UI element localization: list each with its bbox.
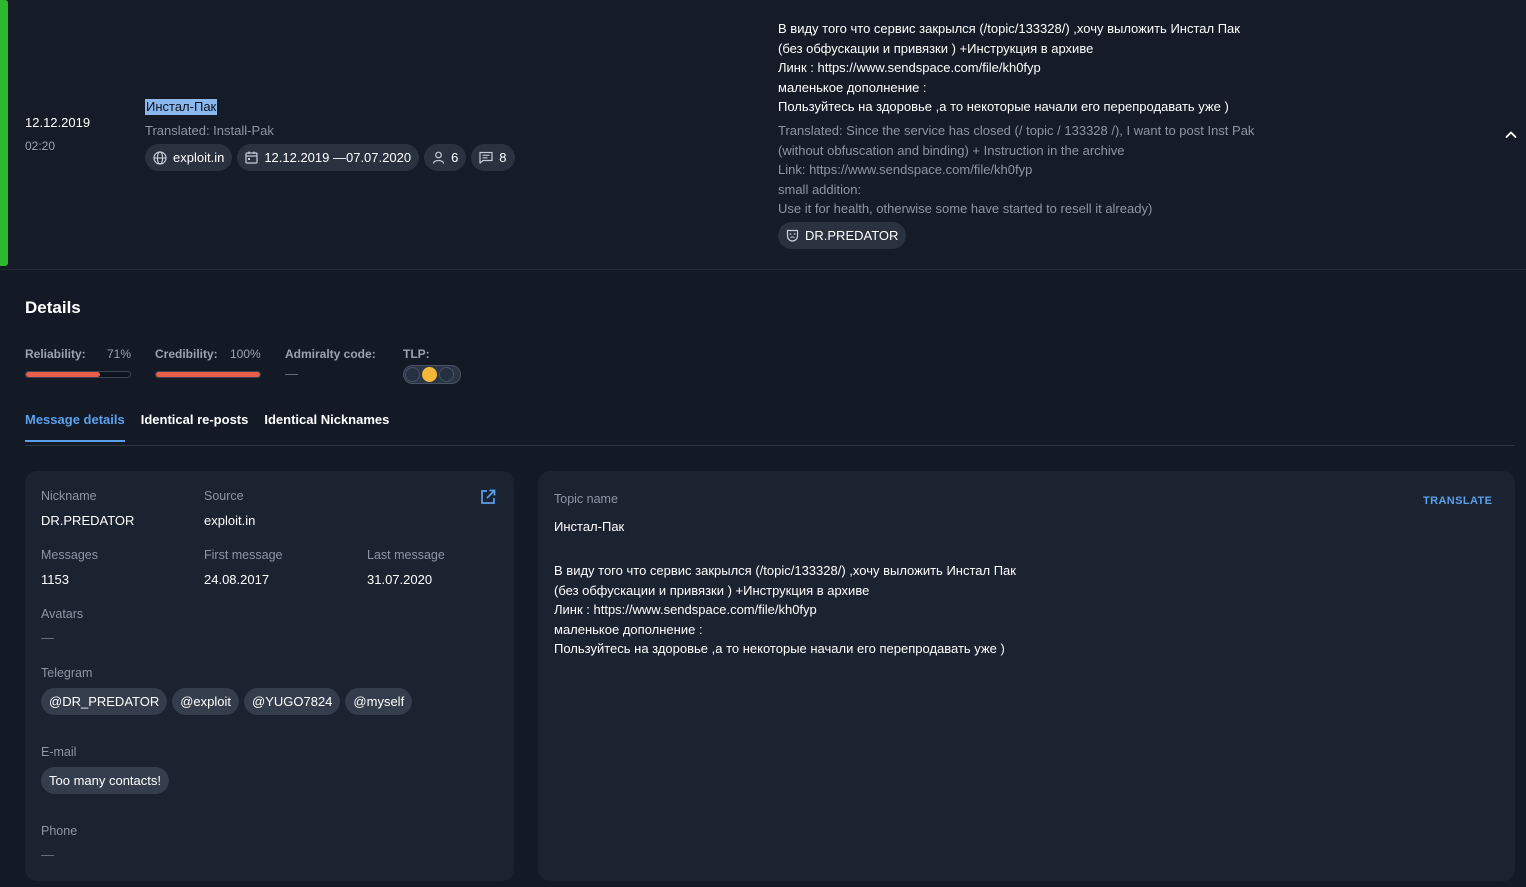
mask-icon [786, 229, 799, 242]
message-line: Линк : https://www.sendspace.com/file/kh… [778, 60, 1041, 76]
credibility-label: Credibility: [155, 347, 218, 361]
messages-value: 1153 [41, 572, 69, 587]
topic-body: В виду того что сервис закрылся (/topic/… [554, 561, 1016, 659]
tlp-green-dot[interactable] [405, 367, 420, 382]
reliability-bar-fill [26, 372, 100, 377]
source-value: exploit.in [204, 513, 256, 528]
message-line: Translated: Since the service has closed… [778, 123, 1255, 138]
date-range-chip[interactable]: 12.12.2019 —07.07.2020 [237, 144, 420, 171]
post-date: 12.12.2019 [25, 115, 91, 130]
tab-message-details[interactable]: Message details [25, 412, 125, 442]
admiralty-label: Admiralty code: [285, 347, 376, 361]
email-list: Too many contacts! [41, 767, 169, 794]
post-time: 02:20 [25, 139, 56, 153]
status-indicator [0, 0, 8, 266]
telegram-pill[interactable]: @YUGO7824 [244, 688, 341, 715]
admiralty-value: — [285, 366, 298, 381]
source-chip[interactable]: exploit.in [145, 144, 233, 171]
tab-identical-reposts[interactable]: Identical re-posts [141, 412, 249, 442]
message-line: Link: https://www.sendspace.com/file/kh0… [778, 162, 1033, 178]
chevron-up-icon[interactable] [1502, 126, 1520, 144]
source-chip-label: exploit.in [173, 150, 225, 165]
user-info-card [25, 471, 514, 881]
avatars-label: Avatars [41, 607, 84, 621]
message-line: маленькое дополнение : [778, 79, 927, 95]
source-label: Source [204, 489, 244, 503]
first-message-value: 24.08.2017 [204, 572, 270, 587]
telegram-pill[interactable]: @DR_PREDATOR [41, 688, 168, 715]
tab-identical-nicknames[interactable]: Identical Nicknames [264, 412, 389, 442]
date-range-label: 12.12.2019 —07.07.2020 [264, 150, 412, 165]
topic-body-line: В виду того что сервис закрылся (/topic/… [554, 563, 1016, 578]
topic-body-line: (без обфускации и привязки ) +Инструкция… [554, 582, 870, 598]
post-message-original: В виду того что сервис закрылся (/topic/… [778, 19, 1298, 117]
author-chip[interactable]: DR.PREDATOR [778, 222, 907, 249]
calendar-icon [245, 151, 258, 164]
messages-count: 8 [499, 150, 507, 165]
telegram-pill[interactable]: @myself [345, 688, 413, 715]
phone-value: — [41, 847, 54, 862]
message-line: В виду того что сервис закрылся (/topic/… [778, 21, 1240, 36]
globe-icon [153, 150, 167, 165]
post-row[interactable]: 12.12.2019 02:20 Инстал-Пак Translated: … [0, 0, 1526, 270]
post-message-translated: Translated: Since the service has closed… [778, 121, 1298, 219]
tlp-red-dot[interactable] [439, 367, 454, 382]
comment-icon [479, 151, 493, 164]
reliability-value: 71% [107, 347, 132, 361]
topic-name-label: Topic name [554, 492, 618, 506]
external-link-icon[interactable] [479, 488, 497, 506]
nickname-value: DR.PREDATOR [41, 513, 135, 528]
last-message-value: 31.07.2020 [367, 572, 433, 587]
messages-label: Messages [41, 548, 98, 562]
telegram-label: Telegram [41, 666, 93, 680]
message-line: Пользуйтесь на здоровье ,а то некоторые … [778, 99, 1229, 115]
phone-label: Phone [41, 824, 78, 838]
participants-count: 6 [451, 150, 459, 165]
translate-button[interactable]: TRANSLATE [1423, 495, 1492, 507]
post-title-translated: Translated: Install-Pak [145, 123, 274, 138]
post-meta-chips: exploit.in 12.12.2019 —07.07.2020 6 8 [145, 144, 515, 171]
last-message-label: Last message [367, 548, 445, 562]
credibility-bar-fill [156, 372, 260, 377]
details-heading: Details [25, 298, 81, 317]
tabs-divider [25, 445, 1515, 446]
topic-card [538, 471, 1515, 881]
post-title[interactable]: Инстал-Пак [145, 99, 218, 115]
message-line: (without obfuscation and binding) + Inst… [778, 142, 1125, 158]
message-line: (без обфускации и привязки ) +Инструкция… [778, 40, 1094, 56]
topic-body-line: Пользуйтесь на здоровье ,а то некоторые … [554, 641, 1005, 657]
message-line: small addition: [778, 181, 862, 197]
reliability-bar [25, 371, 131, 378]
author-chip-label: DR.PREDATOR [805, 228, 899, 243]
reliability-label: Reliability: [25, 347, 86, 361]
avatars-value: — [41, 630, 54, 645]
message-line: Use it for health, otherwise some have s… [778, 201, 1153, 217]
email-pill[interactable]: Too many contacts! [41, 767, 169, 794]
telegram-list: @DR_PREDATOR @exploit @YUGO7824 @myself [41, 688, 413, 715]
nickname-label: Nickname [41, 489, 97, 503]
messages-chip[interactable]: 8 [471, 144, 515, 171]
email-label: E-mail [41, 745, 77, 759]
user-icon [432, 151, 445, 164]
topic-body-line: маленькое дополнение : [554, 621, 703, 637]
topic-name-value: Инстал-Пак [554, 519, 625, 534]
participants-chip[interactable]: 6 [424, 144, 467, 171]
details-tabs: Message details Identical re-posts Ident… [25, 412, 405, 442]
credibility-bar [155, 371, 261, 378]
tlp-selector[interactable] [403, 365, 461, 384]
topic-body-line: Линк : https://www.sendspace.com/file/kh… [554, 602, 817, 618]
first-message-label: First message [204, 548, 283, 562]
tlp-label: TLP: [403, 347, 430, 361]
credibility-value: 100% [230, 347, 261, 361]
tlp-amber-dot[interactable] [422, 367, 437, 382]
telegram-pill[interactable]: @exploit [172, 688, 240, 715]
